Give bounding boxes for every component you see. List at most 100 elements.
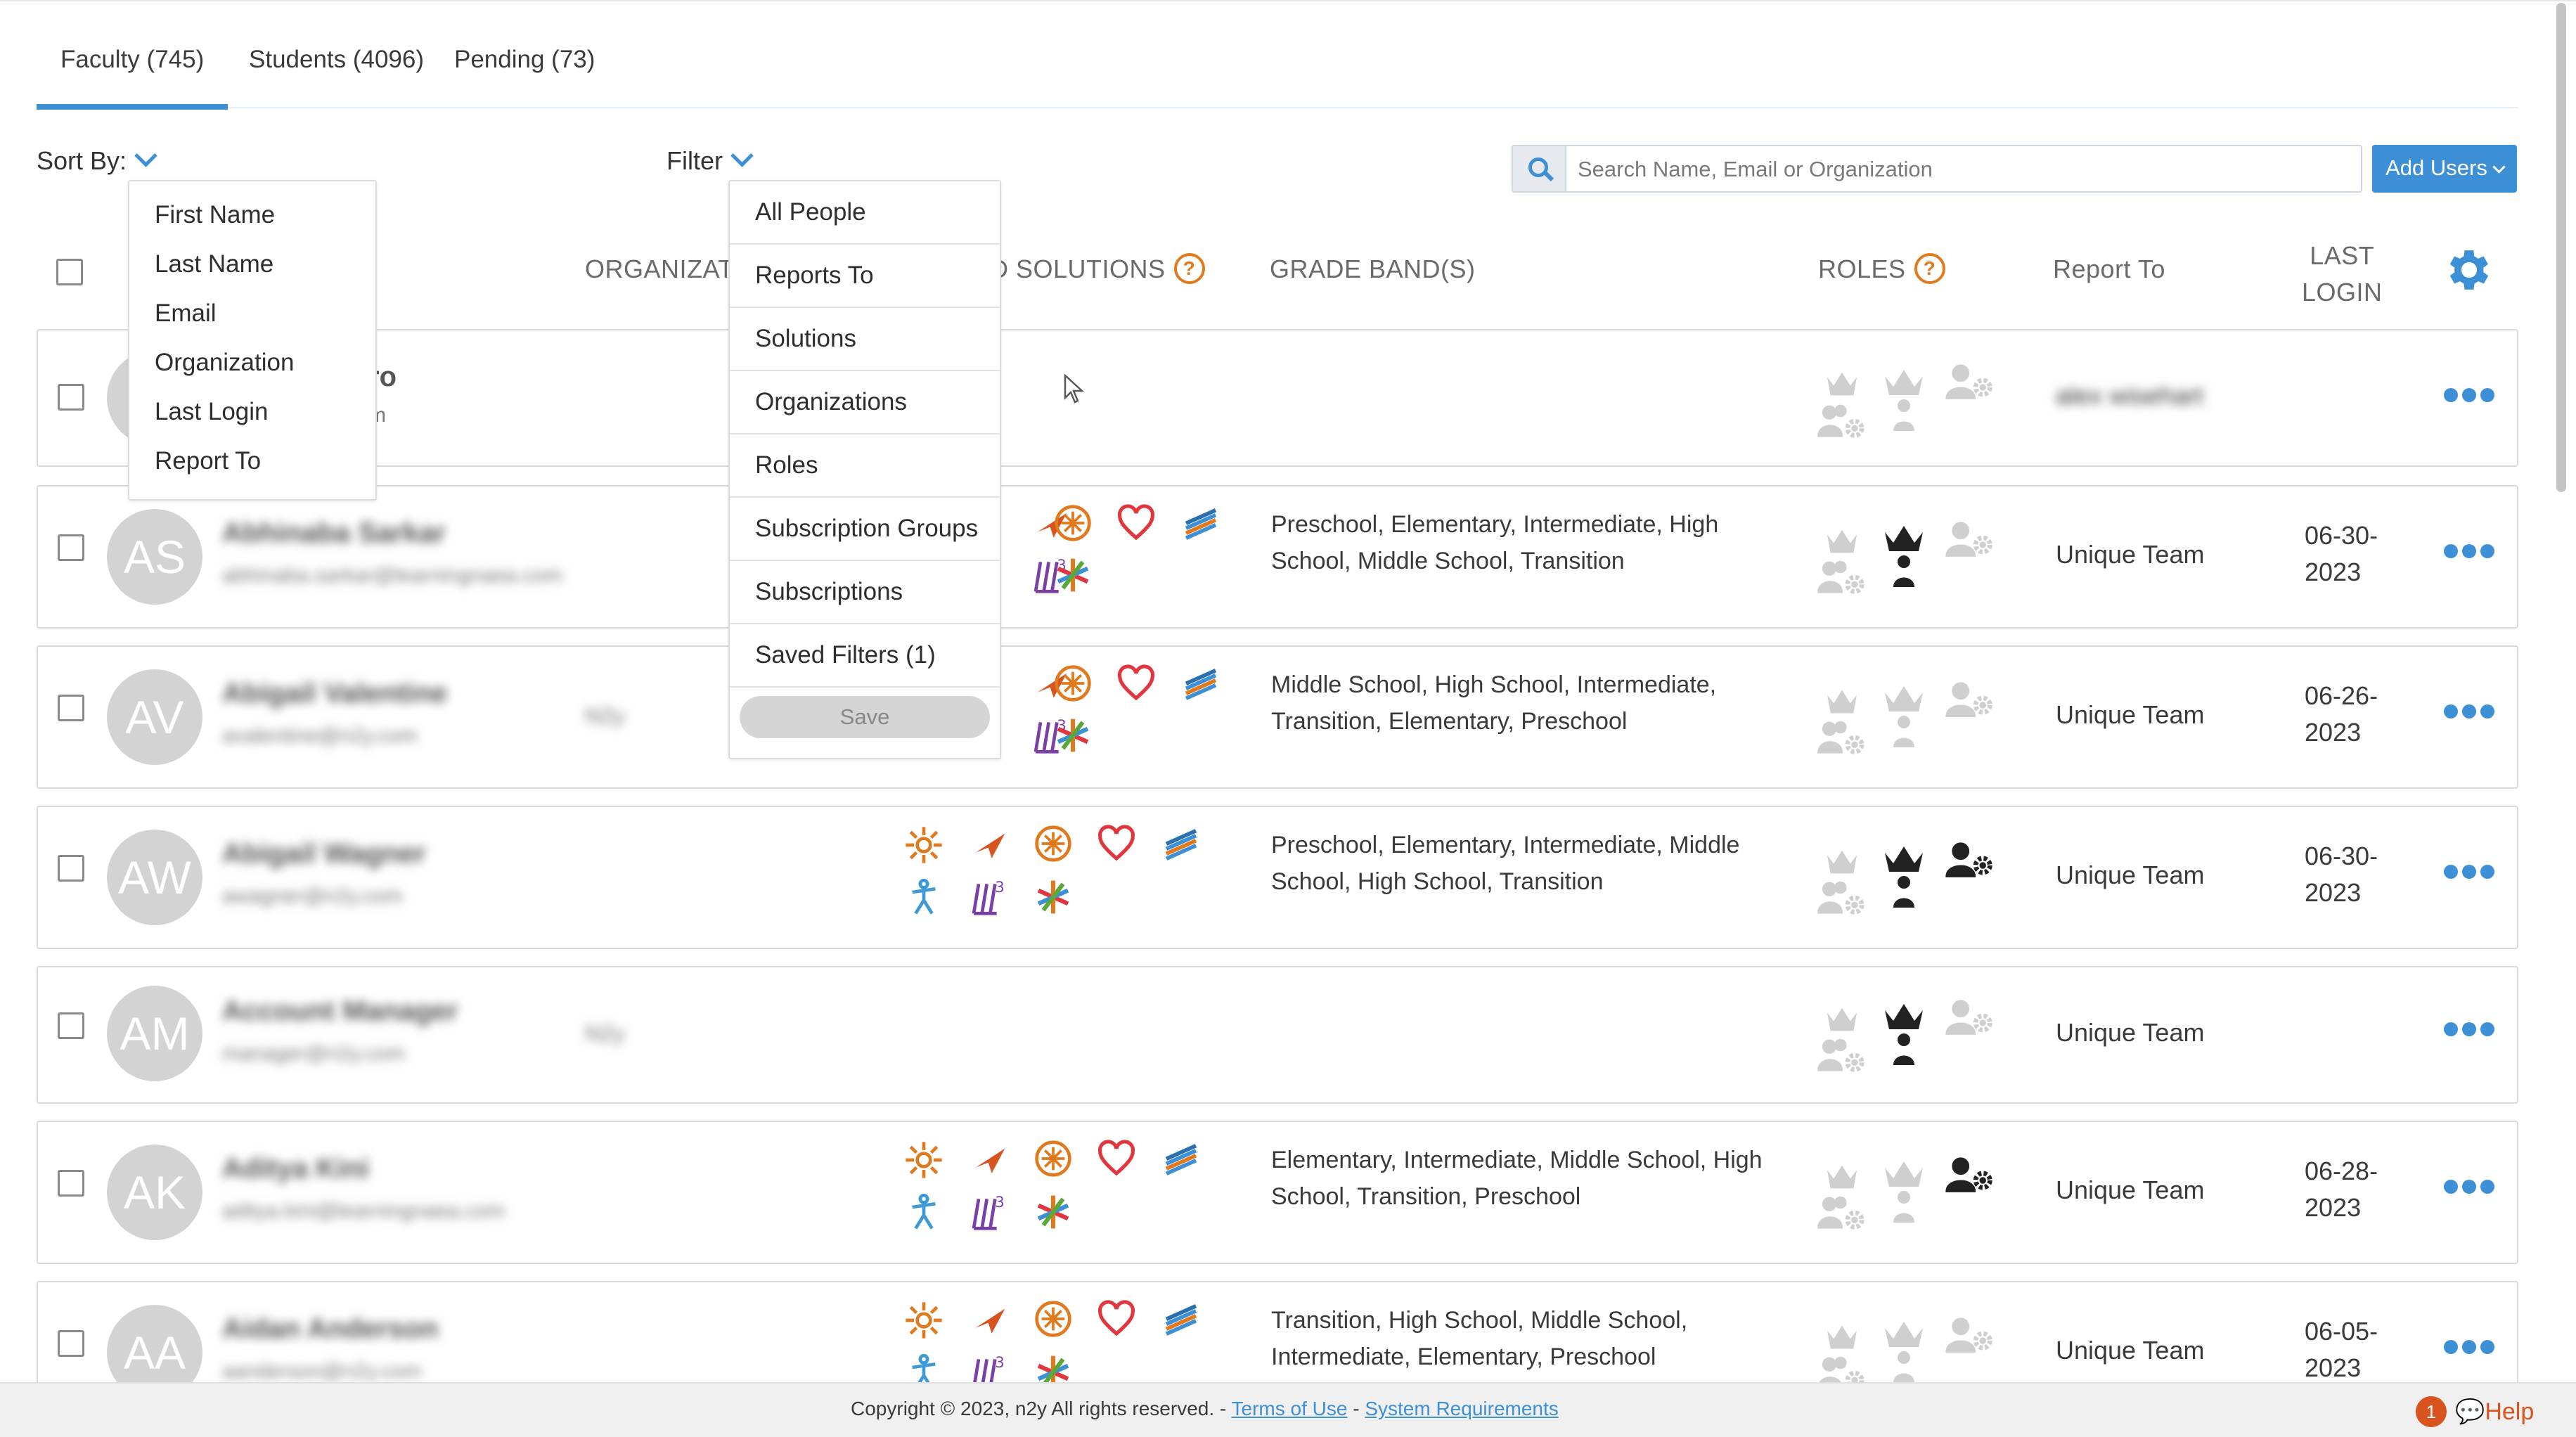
- more-actions-icon[interactable]: [2444, 704, 2521, 726]
- tab-faculty[interactable]: Faculty (745): [37, 47, 228, 110]
- system-requirements-link[interactable]: System Requirements: [1365, 1398, 1558, 1419]
- user-name[interactable]: Abigail Valentine: [222, 678, 447, 709]
- user-gear-icon[interactable]: [1943, 361, 1994, 401]
- settings-gear-icon[interactable]: [2442, 243, 2496, 297]
- solution-books-icon[interactable]: [1161, 1298, 1201, 1337]
- solution-person-icon[interactable]: [904, 877, 944, 917]
- header-report-to[interactable]: Report To: [2053, 254, 2165, 284]
- user-name[interactable]: Abigail Wagner: [222, 838, 426, 870]
- solution-heart-icon[interactable]: [1116, 503, 1156, 543]
- table-row[interactable]: AK Aditya Kini aditya.kini@learningnaea.…: [37, 1121, 2518, 1264]
- row-checkbox[interactable]: [58, 1012, 84, 1039]
- solution-sun-icon[interactable]: [904, 1140, 944, 1180]
- crown-person-icon[interactable]: [1879, 839, 1929, 917]
- users-gear-icon[interactable]: [1817, 1192, 1867, 1232]
- users-gear-icon[interactable]: [1817, 401, 1867, 440]
- crown-icon[interactable]: [1817, 522, 1867, 561]
- search-input[interactable]: [1576, 146, 2352, 193]
- more-actions-icon[interactable]: [2444, 1022, 2521, 1043]
- solution-person-icon[interactable]: [904, 1192, 944, 1232]
- solution-books-icon[interactable]: [1181, 662, 1221, 702]
- table-row[interactable]: AW Abigail Wagner awagner@n2y.com Presch…: [37, 806, 2518, 949]
- solution-snow-ring-icon[interactable]: [1053, 503, 1093, 543]
- help-icon[interactable]: ?: [1173, 253, 1205, 285]
- solution-snow-ring-icon[interactable]: [1033, 1139, 1073, 1178]
- crown-person-icon[interactable]: [1879, 1315, 1929, 1392]
- user-gear-icon[interactable]: [1943, 1154, 1994, 1194]
- crown-person-icon[interactable]: [1879, 1154, 1929, 1232]
- sort-option-last-name[interactable]: Last Name: [155, 250, 273, 278]
- more-actions-icon[interactable]: [2444, 544, 2521, 565]
- filter-toggle[interactable]: Filter: [666, 144, 754, 176]
- solution-snow-ring-icon[interactable]: [1033, 1299, 1073, 1339]
- solution-books-icon[interactable]: [1161, 823, 1201, 862]
- table-row[interactable]: AV Abigail Valentine avalentine@n2y.com …: [37, 645, 2518, 789]
- more-actions-icon[interactable]: [2444, 388, 2521, 409]
- users-gear-icon[interactable]: [1817, 717, 1867, 756]
- solution-snow-ring-icon[interactable]: [1033, 824, 1073, 863]
- filter-option-organizations[interactable]: Organizations: [730, 371, 1000, 434]
- sort-option-report-to[interactable]: Report To: [155, 447, 261, 475]
- row-checkbox[interactable]: [58, 1170, 84, 1197]
- row-checkbox[interactable]: [58, 695, 84, 721]
- crown-icon[interactable]: [1817, 682, 1867, 721]
- filter-option-saved-filters[interactable]: Saved Filters (1): [730, 624, 1000, 688]
- tab-students[interactable]: Students (4096): [225, 47, 448, 104]
- header-last-login[interactable]: LAST LOGIN: [2302, 238, 2383, 311]
- save-filter-button[interactable]: Save: [740, 696, 990, 738]
- solution-books-icon[interactable]: [1161, 1138, 1201, 1177]
- crown-icon[interactable]: [1817, 1157, 1867, 1197]
- crown-icon[interactable]: [1817, 842, 1867, 882]
- solution-sun-icon[interactable]: [904, 1301, 944, 1340]
- filter-option-roles[interactable]: Roles: [730, 434, 1000, 498]
- table-row[interactable]: ro m alex wisehart: [37, 329, 2518, 467]
- solution-snow-ring-icon[interactable]: [1053, 664, 1093, 703]
- sort-option-first-name[interactable]: First Name: [155, 201, 275, 229]
- solution-books-icon[interactable]: [1181, 502, 1221, 541]
- crown-icon[interactable]: [1817, 1000, 1867, 1039]
- tab-pending[interactable]: Pending (73): [430, 47, 619, 104]
- sort-by-toggle[interactable]: Sort By:: [37, 144, 157, 176]
- row-checkbox[interactable]: [58, 534, 84, 561]
- table-row[interactable]: AM Account Manager manager@n2y.com N2y U…: [37, 966, 2518, 1104]
- header-organization[interactable]: ORGANIZAT: [585, 254, 734, 284]
- sort-option-email[interactable]: Email: [155, 299, 217, 328]
- user-gear-icon[interactable]: [1943, 839, 1994, 879]
- solution-heart-icon[interactable]: [1097, 824, 1136, 863]
- crown-icon[interactable]: [1817, 1317, 1867, 1357]
- row-checkbox[interactable]: [58, 1330, 84, 1357]
- crown-person-icon[interactable]: [1879, 519, 1929, 596]
- solution-plane-icon[interactable]: [969, 1301, 1008, 1340]
- page-scrollbar[interactable]: [2554, 3, 2570, 495]
- solution-bars-icon[interactable]: [969, 1192, 1008, 1232]
- solution-heart-icon[interactable]: [1116, 664, 1156, 703]
- solution-cross-icon[interactable]: [1033, 1192, 1073, 1232]
- scrollbar-thumb[interactable]: [2556, 3, 2566, 492]
- row-checkbox[interactable]: [58, 855, 84, 882]
- header-solutions[interactable]: D SOLUTIONS?: [990, 253, 1205, 286]
- user-gear-icon[interactable]: [1943, 679, 1994, 718]
- header-grade-bands[interactable]: GRADE BAND(S): [1270, 254, 1476, 284]
- crown-person-icon[interactable]: [1879, 997, 1929, 1074]
- solution-cross-icon[interactable]: [1033, 877, 1073, 917]
- more-actions-icon[interactable]: [2444, 1180, 2521, 1201]
- user-gear-icon[interactable]: [1943, 519, 1994, 558]
- terms-of-use-link[interactable]: Terms of Use: [1232, 1398, 1348, 1419]
- users-gear-icon[interactable]: [1817, 557, 1867, 596]
- solution-bars-icon[interactable]: [969, 877, 1008, 917]
- users-gear-icon[interactable]: [1817, 1035, 1867, 1074]
- sort-option-last-login[interactable]: Last Login: [155, 398, 269, 426]
- solution-sun-icon[interactable]: [904, 825, 944, 865]
- solution-plane-icon[interactable]: [969, 825, 1008, 865]
- user-gear-icon[interactable]: [1943, 1315, 1994, 1354]
- crown-person-icon[interactable]: [1879, 679, 1929, 756]
- sort-option-organization[interactable]: Organization: [155, 349, 294, 377]
- users-gear-icon[interactable]: [1817, 877, 1867, 917]
- filter-option-subscriptions[interactable]: Subscriptions: [730, 561, 1000, 624]
- more-actions-icon[interactable]: [2444, 1340, 2521, 1361]
- user-name[interactable]: Aidan Anderson: [222, 1313, 438, 1345]
- user-name[interactable]: Abhinaba Sarkar: [222, 517, 446, 549]
- select-all-checkbox[interactable]: [56, 259, 83, 285]
- solution-cross-icon[interactable]: [1053, 555, 1093, 595]
- more-actions-icon[interactable]: [2444, 865, 2521, 886]
